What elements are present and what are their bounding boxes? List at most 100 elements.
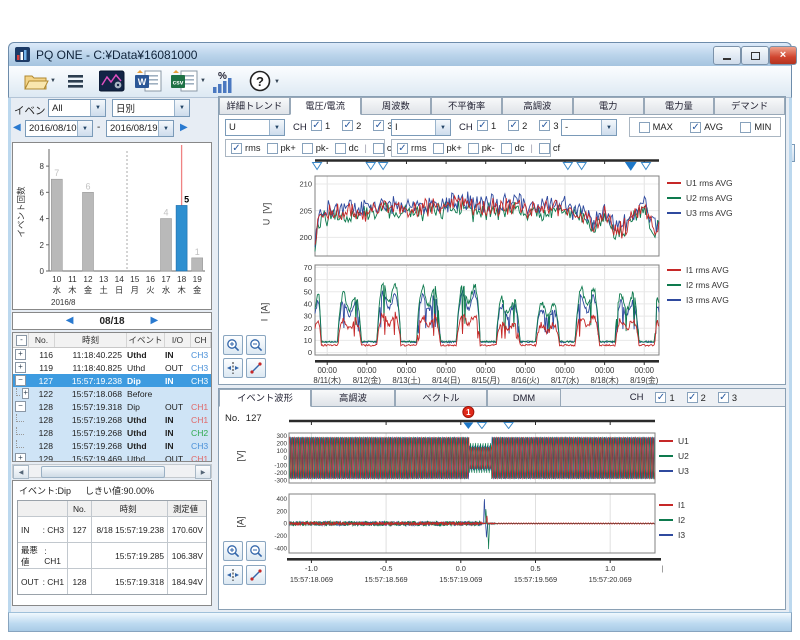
- event-table-row[interactable]: 12815:57:19.268UthdINCH1: [13, 413, 211, 426]
- trend-timeline-markers[interactable]: [285, 157, 663, 171]
- day-prev-arrow[interactable]: ◀: [66, 314, 74, 328]
- param1-ch3-checkbox-box[interactable]: ✓: [373, 120, 384, 131]
- agg-max-checkbox[interactable]: MAX: [639, 122, 673, 133]
- wave-cursor-button[interactable]: [223, 565, 243, 585]
- trend-tab-4[interactable]: 不平衡率: [431, 97, 502, 114]
- percent-graph-button[interactable]: %: [211, 69, 235, 94]
- param2-ch2-checkbox-box[interactable]: ✓: [508, 120, 519, 131]
- param2-pk+-checkbox-box[interactable]: [433, 143, 444, 154]
- wave-zoom-out-button[interactable]: [246, 541, 266, 561]
- event-table-row[interactable]: 12815:57:19.268UthdINCH2: [13, 426, 211, 439]
- date-from-select[interactable]: 2016/08/10 ▼: [25, 120, 93, 137]
- day-next-arrow[interactable]: ▶: [151, 314, 159, 328]
- param1-pk--checkbox[interactable]: pk-: [302, 143, 329, 154]
- wave-zoom-in-button[interactable]: [223, 541, 243, 561]
- csv-export-button[interactable]: csv ▼: [171, 70, 206, 92]
- param2-pk+-checkbox[interactable]: pk+: [433, 143, 462, 154]
- param2-pk--checkbox-box[interactable]: [468, 143, 479, 154]
- wave-tab-2[interactable]: 高調波: [311, 389, 395, 406]
- chevron-down-icon[interactable]: ▼: [269, 120, 284, 135]
- event-table-row[interactable]: +12215:57:18.068Before: [13, 387, 211, 400]
- event-filter-select[interactable]: All ▼: [48, 99, 106, 117]
- agg-avg-checkbox-box[interactable]: ✓: [690, 122, 701, 133]
- param1-ch2-checkbox[interactable]: ✓2: [342, 120, 361, 131]
- trend-tab-3[interactable]: 周波数: [361, 97, 432, 114]
- collapse-all-button[interactable]: -: [13, 333, 29, 347]
- collapse-icon[interactable]: −: [15, 401, 26, 412]
- param2-ch2-checkbox[interactable]: ✓2: [508, 120, 527, 131]
- param2-dc-checkbox-box[interactable]: [501, 143, 512, 154]
- open-folder-button[interactable]: ▼: [23, 70, 56, 92]
- wave-slope-cursor-button[interactable]: [246, 565, 266, 585]
- wave-ch3-checkbox-box[interactable]: ✓: [718, 392, 729, 403]
- param2-ch1-checkbox[interactable]: ✓1: [477, 120, 496, 131]
- expand-icon[interactable]: +: [22, 388, 29, 399]
- maximize-button[interactable]: [741, 46, 769, 65]
- help-button[interactable]: ? ▼: [249, 69, 280, 94]
- chevron-down-icon[interactable]: ▼: [90, 100, 105, 116]
- help-dropdown-icon[interactable]: ▼: [274, 79, 280, 85]
- wave-tab-4[interactable]: DMM: [487, 389, 561, 406]
- event-table-row[interactable]: +12915:57:19.469UthdOUTCH1: [13, 452, 211, 462]
- wave-tab-3[interactable]: ベクトル: [395, 389, 487, 406]
- event-table-hscrollbar[interactable]: ◀ ▶: [12, 464, 212, 478]
- param1-ch1-checkbox[interactable]: ✓1: [311, 120, 330, 131]
- event-table-row[interactable]: −12715:57:19.238DipINCH3: [13, 374, 211, 387]
- word-export-button[interactable]: W: [135, 70, 163, 92]
- param2-select[interactable]: I ▼: [391, 119, 451, 136]
- chevron-down-icon[interactable]: ▼: [435, 120, 450, 135]
- event-table-row[interactable]: 12815:57:19.268UthdINCH3: [13, 439, 211, 452]
- waveform-timeline-markers[interactable]: 1: [251, 405, 663, 429]
- param2-rms-checkbox-box[interactable]: ✓: [397, 143, 408, 154]
- event-grouping-select[interactable]: 日別 ▼: [112, 99, 190, 117]
- collapse-all-icon[interactable]: -: [16, 335, 27, 346]
- wave-ch2-checkbox[interactable]: ✓2: [687, 392, 706, 403]
- date-prev-arrow[interactable]: ◀: [13, 121, 21, 135]
- param2-rms-checkbox[interactable]: ✓rms: [397, 143, 427, 154]
- param1-pk+-checkbox[interactable]: pk+: [267, 143, 296, 154]
- param1-ch1-checkbox-box[interactable]: ✓: [311, 120, 322, 131]
- wave-ch1-checkbox[interactable]: ✓1: [655, 392, 674, 403]
- param1-ch3-checkbox[interactable]: ✓3: [373, 120, 392, 131]
- chevron-down-icon[interactable]: ▼: [77, 121, 92, 136]
- agg-min-checkbox-box[interactable]: [740, 122, 751, 133]
- param1-pk--checkbox-box[interactable]: [302, 143, 313, 154]
- event-table-row[interactable]: −12815:57:19.318DipOUTCH1: [13, 400, 211, 413]
- expand-icon[interactable]: +: [15, 362, 26, 373]
- close-button[interactable]: ×: [769, 46, 797, 65]
- chevron-down-icon[interactable]: ▼: [158, 121, 173, 136]
- date-next-arrow[interactable]: ▶: [180, 121, 188, 135]
- wave-ch1-checkbox-box[interactable]: ✓: [655, 392, 666, 403]
- param2-cf-checkbox[interactable]: cf: [539, 143, 560, 154]
- date-to-select[interactable]: 2016/08/19 ▼: [106, 120, 174, 137]
- param1-ch2-checkbox-box[interactable]: ✓: [342, 120, 353, 131]
- agg-avg-checkbox[interactable]: ✓AVG: [690, 122, 723, 133]
- param1-rms-checkbox-box[interactable]: ✓: [231, 143, 242, 154]
- param1-cf-checkbox-box[interactable]: [373, 143, 384, 154]
- param2-ch3-checkbox[interactable]: ✓3: [539, 120, 558, 131]
- param1-select[interactable]: U ▼: [225, 119, 285, 136]
- param1-dc-checkbox[interactable]: dc: [335, 143, 359, 154]
- trend-tab-8[interactable]: デマンド: [714, 97, 785, 114]
- open-folder-dropdown-icon[interactable]: ▼: [50, 78, 56, 84]
- event-list-button[interactable]: [67, 73, 85, 89]
- trend-tab-7[interactable]: 電力量: [644, 97, 715, 114]
- trend-slope-cursor-button[interactable]: [246, 358, 266, 378]
- param3-select[interactable]: - ▼: [561, 119, 617, 136]
- param1-dc-checkbox-box[interactable]: [335, 143, 346, 154]
- trend-tab-5[interactable]: 高調波: [502, 97, 573, 114]
- param2-pk--checkbox[interactable]: pk-: [468, 143, 495, 154]
- trend-zoom-in-button[interactable]: [223, 335, 243, 355]
- param1-pk+-checkbox-box[interactable]: [267, 143, 278, 154]
- csv-export-dropdown-icon[interactable]: ▼: [200, 78, 206, 84]
- wave-ch3-checkbox[interactable]: ✓3: [718, 392, 737, 403]
- agg-min-checkbox[interactable]: MIN: [740, 122, 771, 133]
- trend-tab-1[interactable]: 詳細トレンド: [219, 97, 290, 114]
- trend-cursor-button[interactable]: [223, 358, 243, 378]
- graph-settings-button[interactable]: [99, 70, 125, 92]
- expand-icon[interactable]: +: [15, 349, 26, 360]
- agg-max-checkbox-box[interactable]: [639, 122, 650, 133]
- minimize-button[interactable]: [713, 46, 741, 65]
- event-table-row[interactable]: +11911:18:40.825UthdOUTCH3: [13, 361, 211, 374]
- param2-ch1-checkbox-box[interactable]: ✓: [477, 120, 488, 131]
